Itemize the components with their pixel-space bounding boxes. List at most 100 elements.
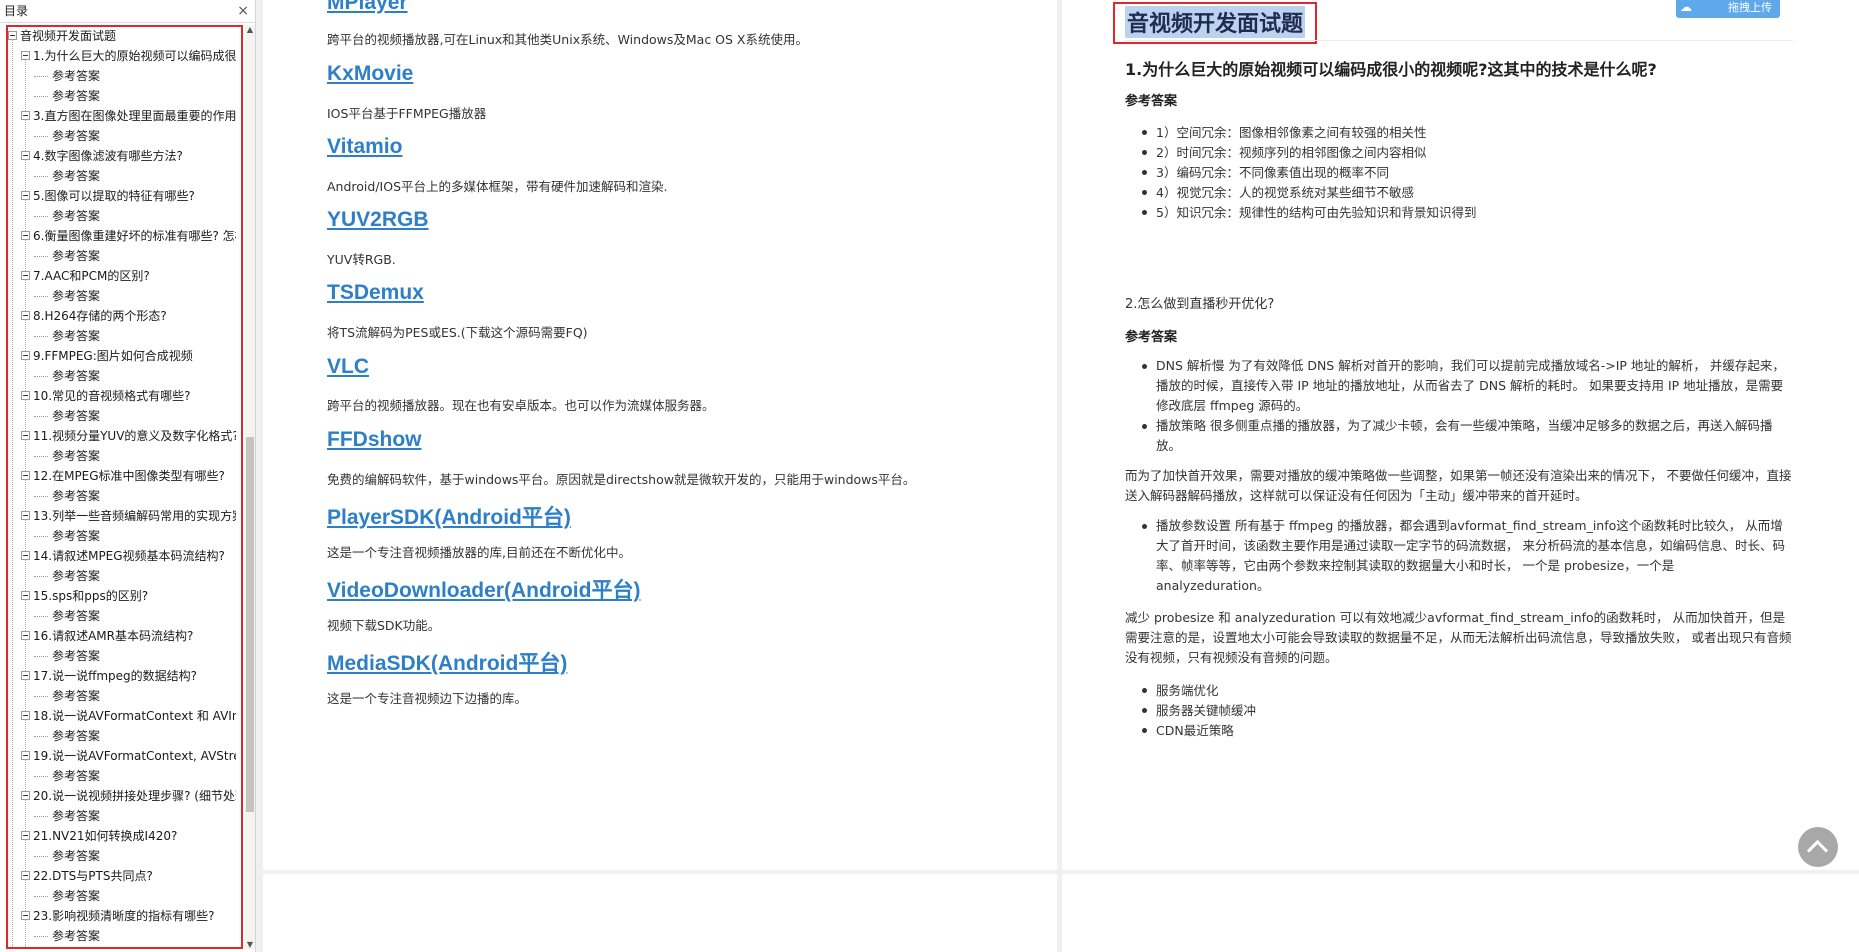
toc-scroll-thumb[interactable] — [246, 437, 254, 812]
toc-item[interactable]: 14.请叙述MPEG视频基本码流结构? — [21, 546, 236, 566]
toc-item[interactable]: 1.为什么巨大的原始视频可以编码成很小的视频呢?这其中的技术是什么呢? — [21, 46, 236, 66]
lib-link-mediasdk[interactable]: MediaSDK(Android平台) — [327, 647, 567, 677]
toc-item[interactable]: 8.H264存储的两个形态? — [21, 306, 236, 326]
toc-item[interactable]: 21.NV21如何转换成I420? — [21, 826, 236, 846]
toc-subitem[interactable]: 参考答案 — [34, 606, 236, 626]
collapse-icon[interactable] — [21, 111, 30, 120]
toc-item[interactable]: 22.DTS与PTS共同点? — [21, 866, 236, 886]
toc-subitem[interactable]: 参考答案 — [34, 246, 236, 266]
toc-subitem[interactable]: 参考答案 — [34, 566, 236, 586]
close-icon[interactable]: × — [237, 0, 249, 22]
toc-subitem[interactable]: 参考答案 — [34, 206, 236, 226]
collapse-icon[interactable] — [21, 271, 30, 280]
tree-connector — [34, 256, 48, 257]
lib-link-ffdshow[interactable]: FFDshow — [327, 428, 422, 452]
toc-subitem[interactable]: 参考答案 — [34, 326, 236, 346]
toc-item[interactable]: 20.说一说视频拼接处理步骤? (细节处理) — [21, 786, 236, 806]
toc-subitem[interactable]: 参考答案 — [34, 646, 236, 666]
toc-item[interactable]: 19.说一说AVFormatContext, AVStream和AVCodecC… — [21, 746, 236, 766]
scroll-down-icon[interactable]: ▼ — [245, 940, 255, 949]
tree-connector — [34, 576, 48, 577]
lib-link-mplayer[interactable]: MPlayer — [327, 0, 408, 15]
toc-item[interactable]: 16.请叙述AMR基本码流结构? — [21, 626, 236, 646]
toc-subitem[interactable]: 参考答案 — [34, 66, 236, 86]
toc-item-label: 4.数字图像滤波有哪些方法? — [33, 149, 183, 163]
toc-item[interactable]: 3.直方图在图像处理里面最重要的作用是什么? — [21, 106, 236, 126]
toc-subitem[interactable]: 参考答案 — [34, 406, 236, 426]
toc-item[interactable]: 11.视频分量YUV的意义及数字化格式? — [21, 426, 236, 446]
toc-scrollbar[interactable]: ▲ ▼ — [245, 25, 255, 949]
toc-subitem[interactable]: 参考答案 — [34, 726, 236, 746]
tree-connector — [34, 736, 48, 737]
toc-item-label: 参考答案 — [52, 209, 101, 223]
toc-item[interactable]: 17.说一说ffmpeg的数据结构? — [21, 666, 236, 686]
toc-subitem[interactable]: 参考答案 — [34, 886, 236, 906]
lib-link-vitamio[interactable]: Vitamio — [327, 135, 402, 159]
list-item: DNS 解析慢 为了有效降低 DNS 解析对首开的影响，我们可以提前完成播放域名… — [1142, 356, 1788, 416]
collapse-icon[interactable] — [21, 391, 30, 400]
collapse-icon[interactable] — [21, 551, 30, 560]
list-item: 服务端优化 — [1142, 680, 1219, 699]
collapse-icon[interactable] — [21, 311, 30, 320]
toc-item[interactable]: 4.数字图像滤波有哪些方法? — [21, 146, 236, 166]
toc-subitem[interactable]: 参考答案 — [34, 766, 236, 786]
list-item: 3）编码冗余：不同像素值出现的概率不同 — [1142, 162, 1389, 181]
toc-item[interactable]: 5.图像可以提取的特征有哪些? — [21, 186, 236, 206]
toc-item[interactable]: 9.FFMPEG:图片如何合成视频 — [21, 346, 236, 366]
collapse-icon[interactable] — [21, 151, 30, 160]
collapse-icon[interactable] — [21, 751, 30, 760]
toc-item-label: 参考答案 — [52, 609, 101, 623]
collapse-icon[interactable] — [21, 831, 30, 840]
collapse-icon[interactable] — [21, 911, 30, 920]
toc-subitem[interactable]: 参考答案 — [34, 446, 236, 466]
lib-link-playersdk[interactable]: PlayerSDK(Android平台) — [327, 501, 571, 531]
collapse-icon[interactable] — [21, 471, 30, 480]
toc-item[interactable]: 15.sps和pps的区别? — [21, 586, 236, 606]
toc-item-label: 参考答案 — [52, 489, 101, 503]
lib-link-yuv2rgb[interactable]: YUV2RGB — [327, 208, 429, 232]
collapse-icon[interactable] — [21, 511, 30, 520]
collapse-icon[interactable] — [21, 711, 30, 720]
toc-item[interactable]: 10.常见的音视频格式有哪些? — [21, 386, 236, 406]
toc-subitem[interactable]: 参考答案 — [34, 86, 236, 106]
collapse-icon[interactable] — [21, 231, 30, 240]
toc-item[interactable]: 18.说一说AVFormatContext 和 AVInputFormat之间的… — [21, 706, 236, 726]
lib-link-videodownloader[interactable]: VideoDownloader(Android平台) — [327, 574, 640, 604]
lib-link-vlc[interactable]: VLC — [327, 355, 369, 379]
scroll-up-icon[interactable]: ▲ — [245, 25, 255, 34]
collapse-icon[interactable] — [21, 791, 30, 800]
toc-item[interactable]: 13.列举一些音频编解码常用的实现方案? — [21, 506, 236, 526]
toc-item-label: 22.DTS与PTS共同点? — [33, 869, 153, 883]
toc-subitem[interactable]: 参考答案 — [34, 526, 236, 546]
back-to-top-button[interactable] — [1798, 827, 1838, 867]
collapse-icon[interactable] — [21, 191, 30, 200]
toc-item[interactable]: 23.影响视频清晰度的指标有哪些? — [21, 906, 236, 926]
toc-subitem[interactable]: 参考答案 — [34, 486, 236, 506]
cloud-icon: ☁ — [1680, 0, 1692, 14]
toc-subitem[interactable]: 参考答案 — [34, 806, 236, 826]
tree-guide-line — [12, 37, 13, 947]
collapse-icon[interactable] — [21, 671, 30, 680]
collapse-icon[interactable] — [21, 871, 30, 880]
collapse-icon[interactable] — [21, 51, 30, 60]
collapse-icon[interactable] — [21, 631, 30, 640]
toc-item[interactable]: 7.AAC和PCM的区别? — [21, 266, 236, 286]
toc-item[interactable]: 12.在MPEG标准中图像类型有哪些? — [21, 466, 236, 486]
collapse-icon[interactable] — [8, 31, 17, 40]
collapse-icon[interactable] — [21, 431, 30, 440]
toc-item-label: 参考答案 — [52, 289, 101, 303]
collapse-icon[interactable] — [21, 351, 30, 360]
lib-link-kxmovie[interactable]: KxMovie — [327, 62, 413, 86]
toc-subitem[interactable]: 参考答案 — [34, 126, 236, 146]
collapse-icon[interactable] — [21, 591, 30, 600]
toc-item[interactable]: 6.衡量图像重建好坏的标准有哪些? 怎样计算? — [21, 226, 236, 246]
toc-root-item[interactable]: 音视频开发面试题 — [8, 27, 236, 46]
lib-link-tsdemux[interactable]: TSDemux — [327, 281, 424, 305]
toc-subitem[interactable]: 参考答案 — [34, 926, 236, 946]
toc-subitem[interactable]: 参考答案 — [34, 286, 236, 306]
toc-subitem[interactable]: 参考答案 — [34, 686, 236, 706]
toc-subitem[interactable]: 参考答案 — [34, 366, 236, 386]
paragraph: 而为了加快首开效果，需要对播放的缓冲策略做一些调整，如果第一帧还没有渲染出来的情… — [1125, 468, 1792, 503]
toc-subitem[interactable]: 参考答案 — [34, 846, 236, 866]
toc-subitem[interactable]: 参考答案 — [34, 166, 236, 186]
